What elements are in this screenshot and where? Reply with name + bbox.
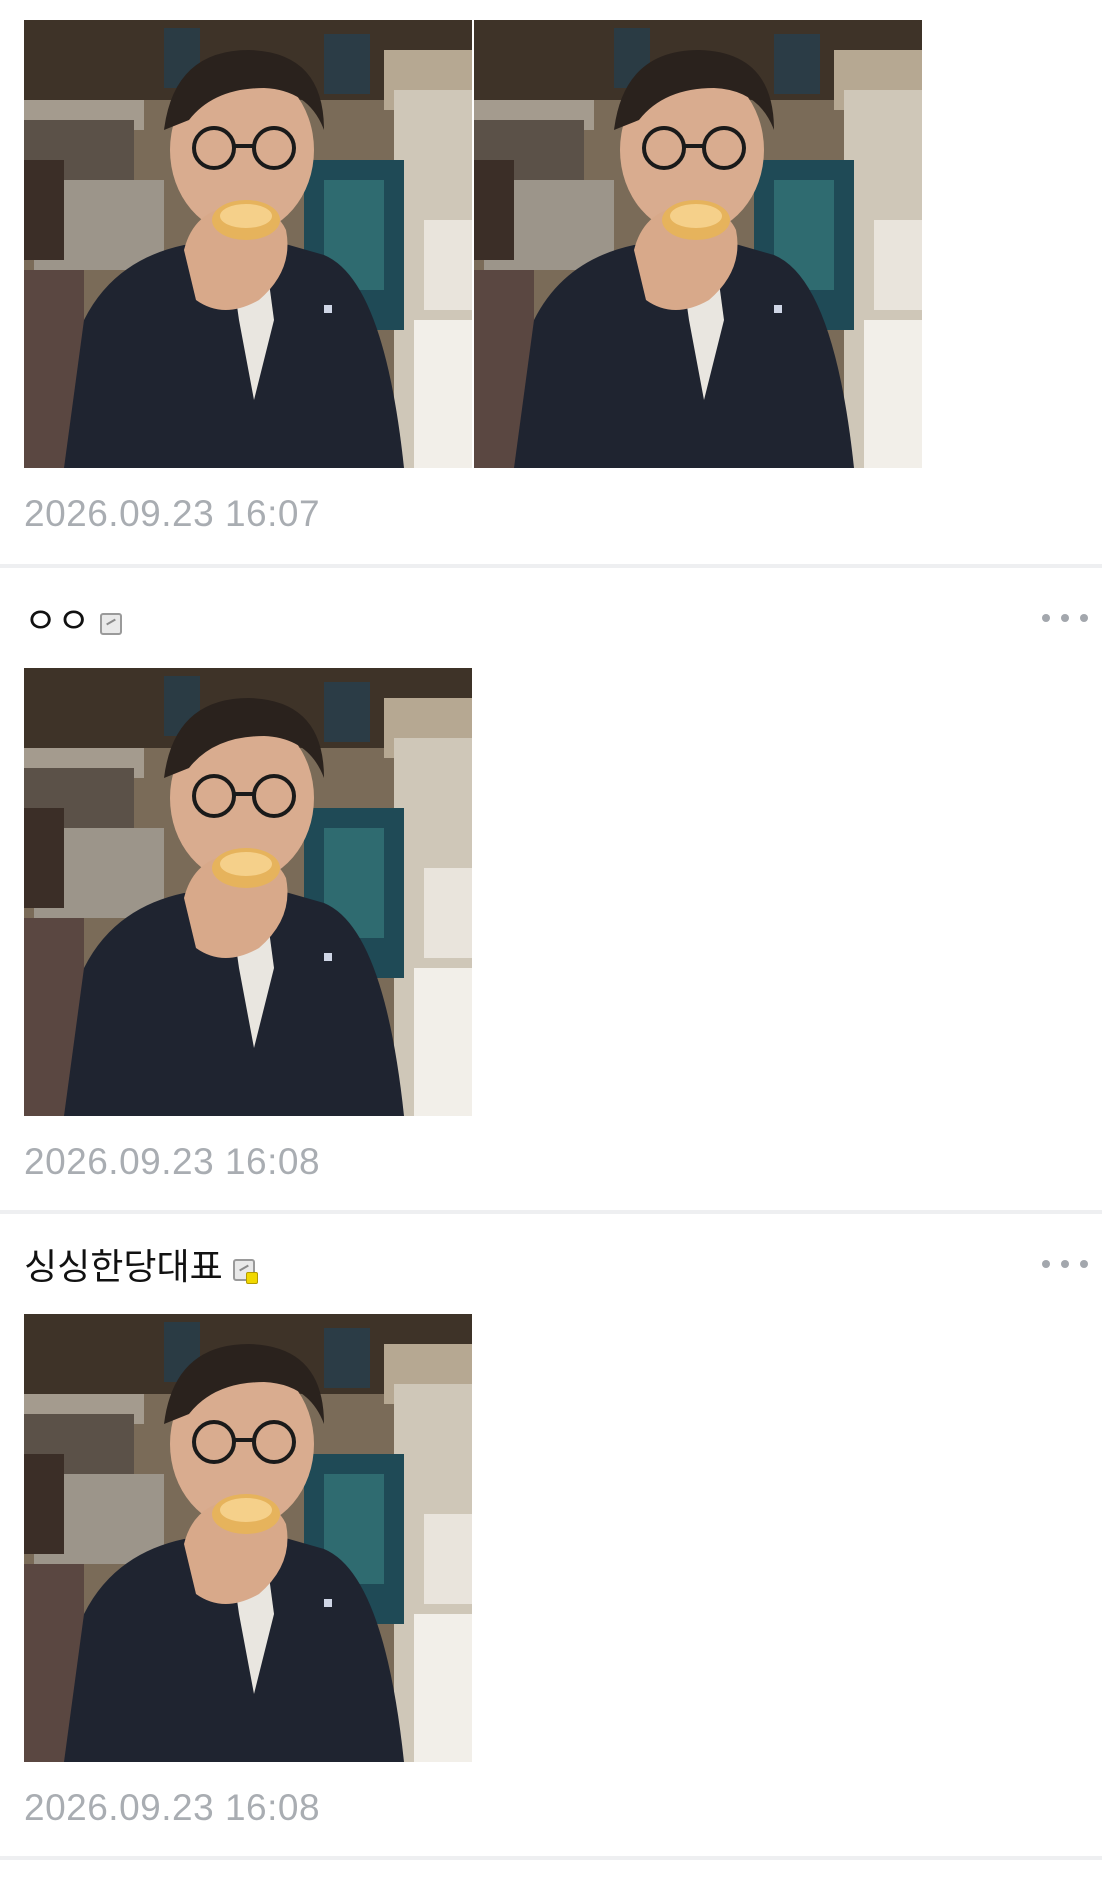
comment-author-name[interactable]: 싱싱한당대표 <box>24 1244 223 1292</box>
comment-photo[interactable] <box>474 20 922 468</box>
comment-photo[interactable] <box>24 20 472 468</box>
photo-row <box>24 668 472 1116</box>
photo-row <box>24 20 922 468</box>
more-options-icon[interactable] <box>1042 1256 1088 1272</box>
gif-image <box>474 20 922 468</box>
photo-row <box>24 1314 472 1762</box>
comment-divider <box>0 1856 1102 1860</box>
comment-author-row: 싱싱한당대표 <box>24 1244 258 1292</box>
comment-author-name[interactable]: ㅇㅇ <box>24 598 90 646</box>
comment-divider <box>0 564 1102 568</box>
gif-image <box>24 1314 472 1762</box>
comment-author-row: ㅇㅇ <box>24 598 123 646</box>
gif-image <box>24 668 472 1116</box>
more-options-icon[interactable] <box>1042 610 1088 626</box>
comment-timestamp: 2026.09.23 16:08 <box>24 1787 321 1828</box>
comment-photo[interactable] <box>24 1314 472 1762</box>
edit-badge-icon <box>100 613 123 635</box>
comment-timestamp: 2026.09.23 16:07 <box>24 493 321 534</box>
comment-timestamp: 2026.09.23 16:08 <box>24 1141 321 1182</box>
edit-badge-gold-icon <box>232 1259 258 1284</box>
comment-photo[interactable] <box>24 668 472 1116</box>
comment-divider <box>0 1210 1102 1214</box>
gif-image <box>24 20 472 468</box>
